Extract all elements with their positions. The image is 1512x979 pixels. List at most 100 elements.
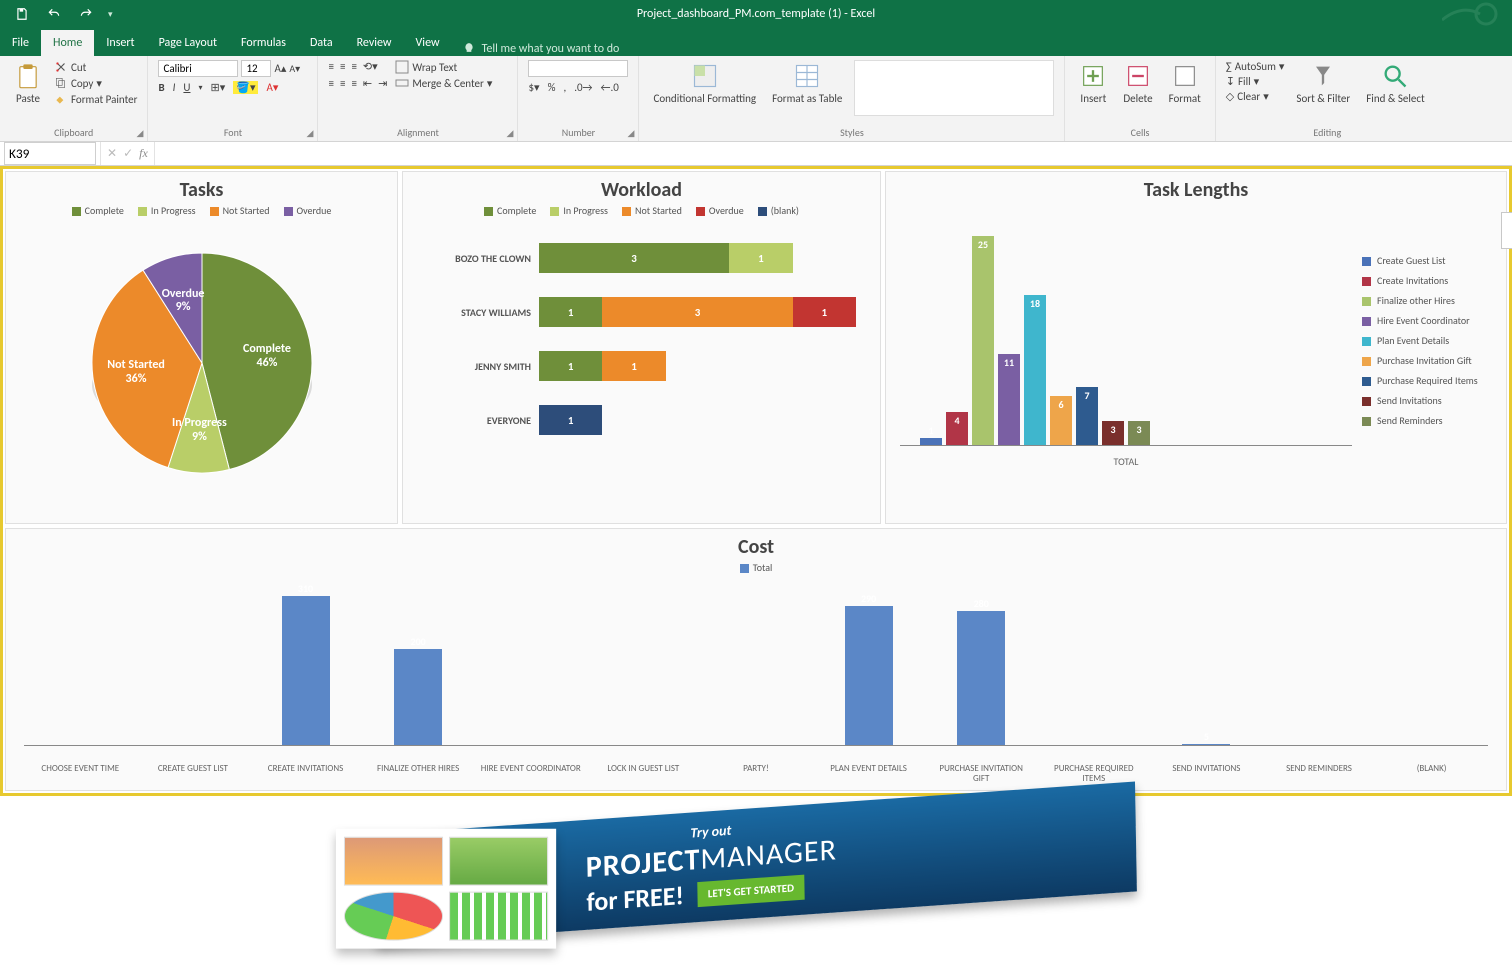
cut-label: Cut bbox=[71, 61, 86, 74]
fill-button[interactable]: ↧ Fill ▾ bbox=[1226, 75, 1259, 88]
orientation-icon[interactable]: ⟲▾ bbox=[363, 60, 378, 73]
cell-styles-gallery[interactable] bbox=[854, 60, 1054, 116]
qat-dropdown-icon[interactable]: ▾ bbox=[108, 9, 113, 20]
tell-me-search[interactable]: Tell me what you want to do bbox=[462, 42, 620, 56]
merge-label: Merge & Center bbox=[412, 77, 484, 90]
copy-icon bbox=[54, 76, 68, 90]
merge-center-button[interactable]: Merge & Center ▾ bbox=[395, 76, 492, 90]
align-left-icon[interactable]: ≡ bbox=[328, 77, 333, 90]
tab-file[interactable]: File bbox=[0, 30, 41, 56]
chart-title-workload: Workload bbox=[403, 172, 880, 204]
align-bottom-icon[interactable]: ≡ bbox=[351, 60, 356, 73]
tab-review[interactable]: Review bbox=[345, 30, 404, 56]
formula-input[interactable] bbox=[155, 142, 1512, 165]
tell-me-placeholder: Tell me what you want to do bbox=[482, 42, 620, 56]
chart-task-lengths-bars: 142511186733 TOTAL bbox=[900, 214, 1352, 474]
redo-icon[interactable] bbox=[76, 4, 96, 24]
chart-title-cost: Cost bbox=[6, 529, 1506, 561]
format-as-table-button[interactable]: Format as Table bbox=[768, 60, 846, 107]
paste-button[interactable]: Paste bbox=[10, 60, 46, 107]
dialog-launcher-icon[interactable]: ◢ bbox=[307, 128, 314, 139]
font-size-input[interactable] bbox=[241, 60, 271, 77]
paintbrush-icon bbox=[54, 92, 68, 106]
panel-cost: Cost Total 3102002902805 CHOOSE EVENT TI… bbox=[5, 528, 1507, 791]
ribbon: Paste Cut Copy ▾ Format Painter Clipboar… bbox=[0, 56, 1512, 142]
conditional-formatting-button[interactable]: Conditional Formatting bbox=[649, 60, 760, 107]
percent-format-button[interactable]: % bbox=[548, 81, 556, 94]
promo-banner-box[interactable]: Try out PROJECTMANAGER for FREE! LET'S G… bbox=[375, 782, 1137, 945]
table-label: Format as Table bbox=[772, 92, 842, 105]
copy-button[interactable]: Copy ▾ bbox=[54, 76, 102, 90]
increase-font-icon[interactable]: A▴ bbox=[274, 62, 286, 75]
chart-cost-bars: 3102002902805 CHOOSE EVENT TIMECREATE GU… bbox=[6, 580, 1506, 790]
name-box[interactable] bbox=[4, 142, 96, 165]
merge-icon bbox=[395, 76, 409, 90]
decrease-indent-icon[interactable]: ⇤ bbox=[363, 77, 372, 90]
dialog-launcher-icon[interactable]: ◢ bbox=[137, 128, 144, 139]
tab-page-layout[interactable]: Page Layout bbox=[147, 30, 229, 56]
autosum-label: AutoSum bbox=[1235, 60, 1276, 73]
sigma-icon: ∑ bbox=[1226, 60, 1232, 73]
styles-group-label: Styles bbox=[840, 126, 864, 139]
format-cells-button[interactable]: Format bbox=[1165, 60, 1205, 107]
format-label: Format bbox=[1169, 92, 1201, 105]
fill-down-icon: ↧ bbox=[1226, 75, 1235, 88]
align-right-icon[interactable]: ≡ bbox=[351, 77, 356, 90]
insert-cells-button[interactable]: Insert bbox=[1075, 60, 1111, 107]
increase-decimal-button[interactable]: .0→ bbox=[574, 81, 592, 94]
tab-home[interactable]: Home bbox=[41, 30, 94, 56]
decrease-font-icon[interactable]: A▾ bbox=[289, 62, 300, 75]
increase-indent-icon[interactable]: ⇥ bbox=[378, 77, 387, 90]
align-center-icon[interactable]: ≡ bbox=[340, 77, 345, 90]
group-editing: ∑ AutoSum ▾ ↧ Fill ▾ ◇ Clear ▾ Sort & Fi… bbox=[1216, 56, 1439, 141]
find-select-button[interactable]: Find & Select bbox=[1362, 60, 1428, 107]
dialog-launcher-icon[interactable]: ◢ bbox=[507, 128, 514, 139]
promo-line3: for FREE! bbox=[586, 879, 684, 918]
underline-button[interactable]: U bbox=[183, 81, 190, 94]
undo-icon[interactable] bbox=[44, 4, 64, 24]
promo-thumbnail bbox=[336, 829, 556, 949]
autosum-button[interactable]: ∑ AutoSum ▾ bbox=[1226, 60, 1285, 73]
ribbon-tabs: File Home Insert Page Layout Formulas Da… bbox=[0, 28, 1512, 56]
font-name-input[interactable] bbox=[158, 60, 238, 77]
format-painter-button[interactable]: Format Painter bbox=[54, 92, 137, 106]
fill-color-button[interactable]: 🪣▾ bbox=[233, 81, 258, 94]
panel-workload: Workload CompleteIn ProgressNot StartedO… bbox=[402, 171, 881, 524]
sort-filter-button[interactable]: Sort & Filter bbox=[1292, 60, 1354, 107]
panel-tasks: Tasks CompleteIn ProgressNot StartedOver… bbox=[5, 171, 398, 524]
font-group-label: Font bbox=[224, 126, 242, 139]
align-middle-icon[interactable]: ≡ bbox=[340, 60, 345, 73]
tab-formulas[interactable]: Formulas bbox=[229, 30, 298, 56]
delete-cells-button[interactable]: Delete bbox=[1119, 60, 1156, 107]
group-alignment: ≡ ≡ ≡ ⟲▾ ≡ ≡ ≡ ⇤ ⇥ Wrap Text Merge & Cen… bbox=[318, 56, 518, 141]
accept-formula-icon[interactable]: ✓ bbox=[123, 146, 133, 161]
comma-format-button[interactable]: , bbox=[563, 81, 566, 94]
fx-icon[interactable]: fx bbox=[139, 146, 148, 161]
align-top-icon[interactable]: ≡ bbox=[328, 60, 333, 73]
group-font: A▴ A▾ B I U▾ ⊞▾ 🪣▾ A▾ Font◢ bbox=[148, 56, 318, 141]
dialog-launcher-icon[interactable]: ◢ bbox=[628, 128, 635, 139]
promo-cta-button[interactable]: LET'S GET STARTED bbox=[698, 874, 805, 906]
chart-title-tasks: Tasks bbox=[6, 172, 397, 204]
group-clipboard: Paste Cut Copy ▾ Format Painter Clipboar… bbox=[0, 56, 148, 141]
tab-view[interactable]: View bbox=[404, 30, 452, 56]
delete-label: Delete bbox=[1123, 92, 1152, 105]
border-button[interactable]: ⊞▾ bbox=[211, 81, 226, 94]
cancel-formula-icon[interactable]: ✕ bbox=[107, 146, 117, 161]
wrap-text-button[interactable]: Wrap Text bbox=[395, 60, 457, 74]
bold-button[interactable]: B bbox=[158, 81, 164, 94]
clear-button[interactable]: ◇ Clear ▾ bbox=[1226, 90, 1269, 103]
cut-button[interactable]: Cut bbox=[54, 60, 86, 74]
scissors-icon bbox=[54, 60, 68, 74]
fill-label: Fill bbox=[1238, 75, 1251, 88]
update-reports-button[interactable]: Update Reports bbox=[1501, 212, 1512, 249]
accounting-format-button[interactable]: $▾ bbox=[528, 81, 539, 94]
italic-button[interactable]: I bbox=[173, 81, 176, 94]
tab-data[interactable]: Data bbox=[298, 30, 345, 56]
legend-task-lengths: Create Guest ListCreate InvitationsFinal… bbox=[1362, 214, 1492, 474]
save-icon[interactable] bbox=[12, 4, 32, 24]
font-color-button[interactable]: A▾ bbox=[266, 81, 278, 94]
number-format-dropdown[interactable] bbox=[528, 60, 628, 77]
tab-insert[interactable]: Insert bbox=[94, 30, 146, 56]
decrease-decimal-button[interactable]: ←.0 bbox=[601, 81, 619, 94]
